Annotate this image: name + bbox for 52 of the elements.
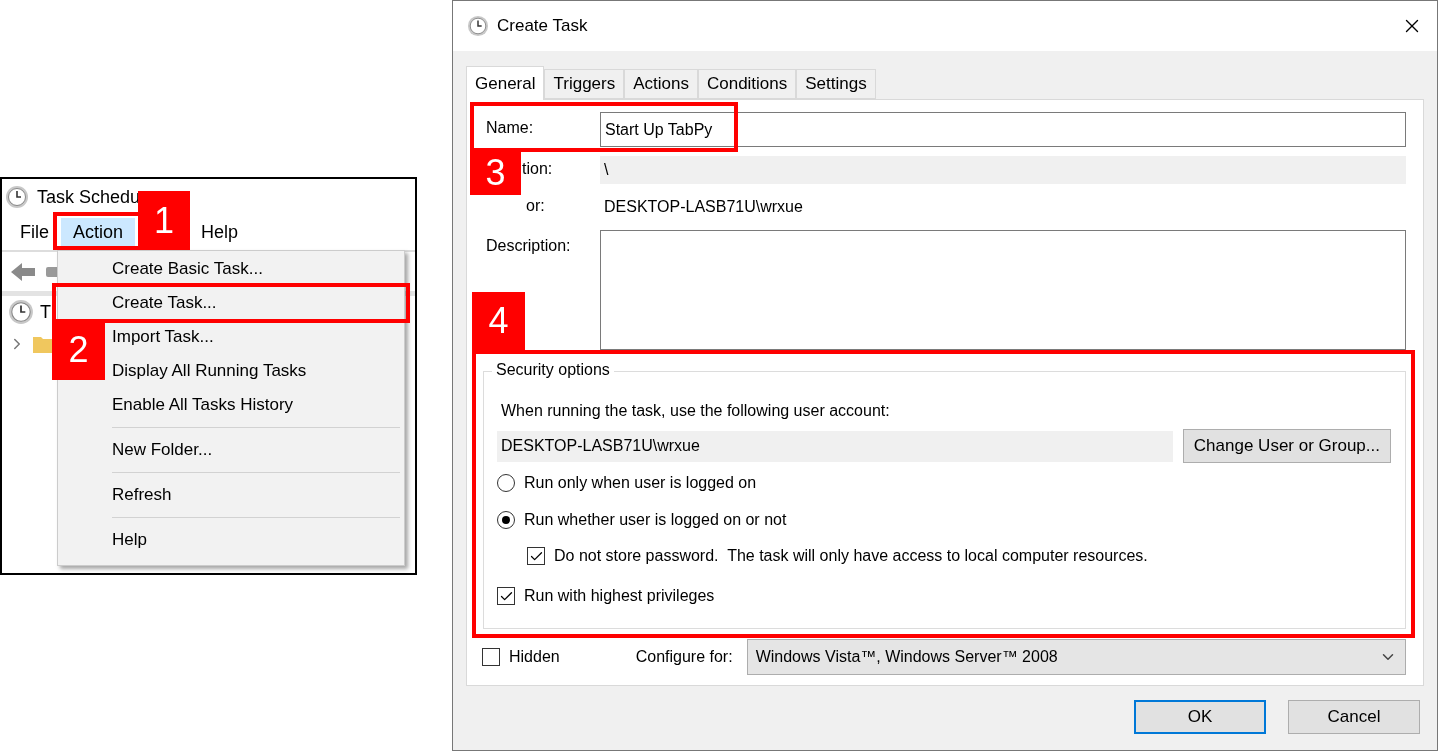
radio-button[interactable] [497,511,515,529]
field-label: tion: [522,159,553,178]
menu-item[interactable]: Display All Running Tasks [112,354,404,388]
menu-item[interactable]: Action [61,218,136,247]
field-label: Name: [486,118,534,137]
step-badge: 3 [470,150,521,195]
window-title: Task Schedu [37,186,141,208]
menu-item[interactable]: File [8,218,61,247]
menu-item[interactable]: Import Task... [112,320,404,354]
checkbox[interactable] [527,547,545,565]
menu-item[interactable]: Enable All Tasks History [112,388,404,422]
menu-item[interactable]: Help [189,218,251,247]
clock-icon [8,299,34,325]
tree-item[interactable]: T [40,301,51,323]
author-value: DESKTOP-LASB71U\wrxue [603,197,804,217]
group-legend: Security options [492,361,614,379]
field-label: Configure for: [635,648,733,666]
configure-dropdown[interactable]: Windows Vista™, Windows Server™ 2008 [746,639,1406,675]
clock-icon [467,15,489,37]
back-arrow-icon[interactable] [10,260,36,283]
window-title: Create Task [497,16,589,36]
menu-item[interactable]: New Folder... [112,433,404,467]
field-label: or: [526,196,545,215]
dialog-button[interactable]: OK [1134,700,1266,734]
tab[interactable]: General [466,66,545,100]
step-badge: 2 [52,320,105,380]
account-field: DESKTOP-LASB71U\wrxue [497,430,1173,462]
account-prompt: When running the task, use the following user account: [500,402,891,420]
tab[interactable]: Triggers [544,69,625,99]
dialog-button[interactable]: Cancel [1288,700,1420,734]
checkbox[interactable] [497,587,515,605]
clock-icon [5,185,29,209]
name-field[interactable]: Start Up TabPy [600,112,1406,147]
checkbox[interactable] [482,648,500,666]
menu-item[interactable]: Help [112,523,404,557]
tab[interactable]: Conditions [697,69,797,99]
tab[interactable]: Settings [796,69,876,99]
checkbox-label: Hidden [509,648,560,666]
step-badge: 4 [472,292,525,350]
description-field[interactable] [600,230,1406,350]
change-user-button[interactable]: Change User or Group... [1182,429,1391,463]
radio-label: Run only when user is logged on [524,474,757,492]
radio-button[interactable] [497,474,515,492]
menu-item[interactable]: Create Task... [112,286,404,320]
menu-item[interactable]: Refresh [112,478,404,512]
checkbox-label: Do not store password. The task will only have access to local computer resources. [554,547,1148,565]
field-label: Description: [486,236,571,255]
menu-item[interactable]: Create Basic Task... [112,252,404,286]
location-field: \ [600,156,1406,184]
checkbox-label: Run with highest privileges [524,587,715,605]
radio-label: Run whether user is logged on or not [524,511,787,529]
tab[interactable]: Actions [624,69,698,99]
